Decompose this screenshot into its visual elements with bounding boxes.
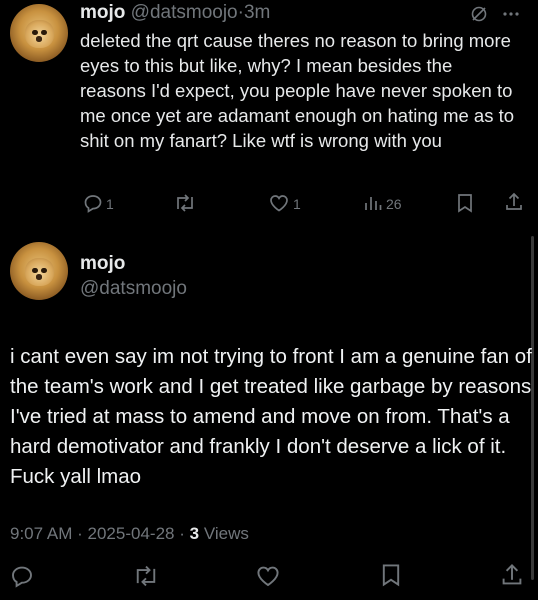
grok-icon[interactable] — [470, 5, 488, 23]
like-count: 1 — [293, 196, 301, 212]
tweet-time[interactable]: 9:07 AM — [10, 524, 72, 543]
like-icon[interactable] — [256, 565, 280, 587]
reply-count: 1 — [106, 196, 114, 212]
display-name[interactable]: mojo — [80, 253, 125, 275]
views-number: 3 — [189, 524, 200, 543]
views-icon[interactable] — [364, 193, 382, 211]
separator: · — [77, 524, 83, 543]
bookmark-icon[interactable] — [381, 563, 401, 587]
like-icon[interactable] — [269, 194, 289, 212]
share-icon[interactable] — [504, 192, 524, 212]
bookmark-icon[interactable] — [457, 193, 473, 213]
tweet-header: mojo @datsmoojo·3m — [80, 2, 270, 24]
retweet-icon[interactable] — [133, 565, 159, 587]
handle[interactable]: @datsmoojo — [131, 2, 238, 23]
tweet-meta: 9:07 AM · 2025-04-28 · 3 Views — [10, 524, 249, 544]
tweet-text: deleted the qrt cause theres no reason t… — [80, 30, 515, 151]
views-label: Views — [203, 524, 249, 543]
timestamp[interactable]: 3m — [244, 2, 270, 23]
handle[interactable]: @datsmoojo — [80, 278, 187, 300]
views-count: 26 — [386, 196, 402, 212]
reply-icon[interactable] — [83, 193, 103, 213]
avatar[interactable] — [10, 4, 68, 62]
tweet-date[interactable]: 2025-04-28 — [88, 524, 175, 543]
more-icon[interactable] — [502, 11, 520, 17]
reply-icon[interactable] — [10, 564, 34, 588]
share-icon[interactable] — [500, 563, 524, 587]
display-name[interactable]: mojo — [80, 2, 125, 23]
retweet-icon[interactable] — [174, 194, 196, 212]
tweet-text: i cant even say im not trying to front I… — [10, 345, 532, 488]
avatar[interactable] — [10, 242, 68, 300]
separator: · — [179, 524, 185, 543]
